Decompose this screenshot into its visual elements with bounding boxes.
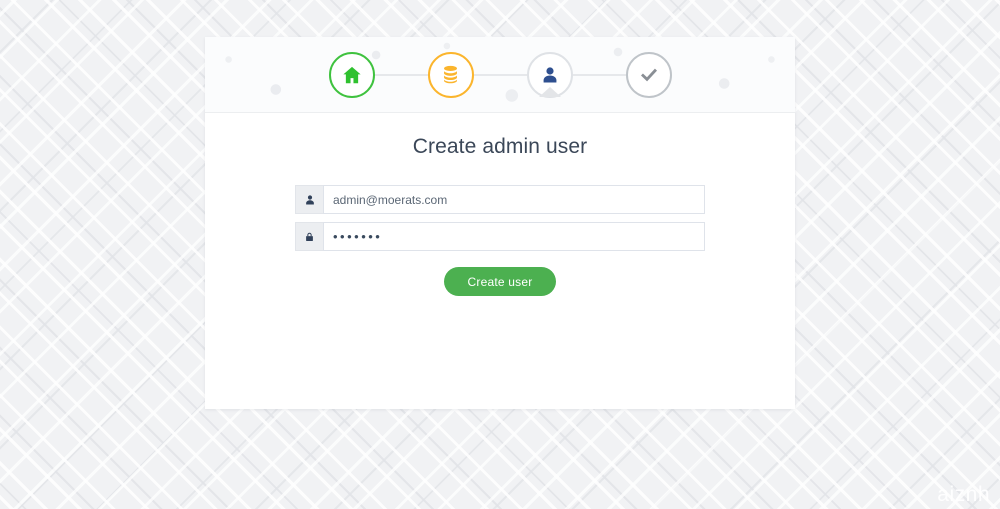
card-body: Create admin user admin@moerats.com ••••… <box>205 113 795 296</box>
wizard-connector-3 <box>572 73 626 76</box>
wizard-connector-2 <box>473 73 527 76</box>
home-icon <box>341 64 363 86</box>
page-title: Create admin user <box>412 135 588 158</box>
wizard-steps <box>205 37 795 112</box>
wizard-step-database[interactable] <box>427 51 474 98</box>
email-field-group <box>295 185 705 214</box>
database-icon <box>440 64 461 85</box>
password-input[interactable] <box>323 222 705 251</box>
email-input[interactable] <box>323 185 705 214</box>
wizard-step-header <box>205 37 795 113</box>
setup-wizard-card: Create admin user admin@moerats.com ••••… <box>205 37 795 409</box>
password-field-group <box>295 222 705 251</box>
wizard-connector-1 <box>374 73 428 76</box>
check-icon <box>639 65 659 85</box>
submit-row: Create user <box>295 267 705 296</box>
user-icon <box>295 185 323 214</box>
wizard-step-admin-user[interactable] <box>526 51 573 98</box>
wizard-step-welcome[interactable] <box>328 51 375 98</box>
user-icon <box>540 65 560 85</box>
watermark: aiznh <box>937 483 990 506</box>
create-admin-user-form: Create user <box>295 185 705 296</box>
create-user-button[interactable]: Create user <box>443 267 557 296</box>
wizard-step-finish[interactable] <box>625 51 672 98</box>
lock-icon <box>295 222 323 251</box>
active-step-pointer <box>538 86 561 97</box>
